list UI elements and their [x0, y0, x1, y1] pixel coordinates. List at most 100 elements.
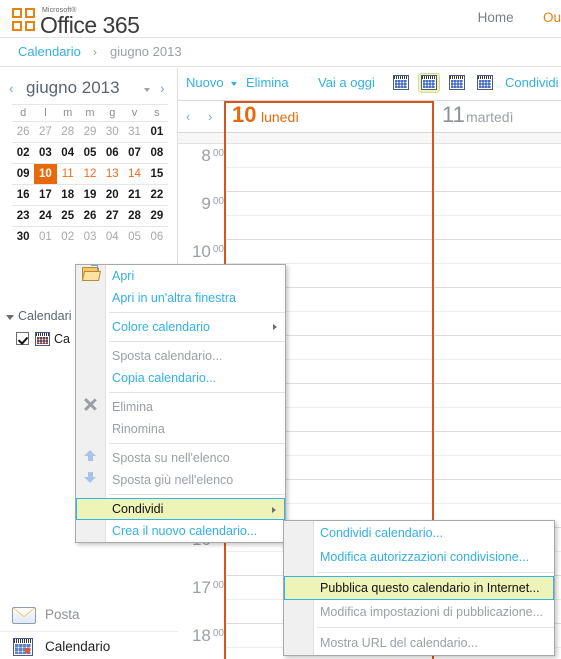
- share-button[interactable]: Condividi: [505, 75, 558, 90]
- submenu-item-label: Condividi calendario...: [320, 526, 443, 540]
- mini-calendar-day[interactable]: 05: [79, 143, 101, 164]
- mini-calendar-day[interactable]: 13: [101, 164, 123, 185]
- context-menu-item: Rinomina: [76, 418, 285, 440]
- mini-calendar-day[interactable]: 28: [123, 206, 145, 227]
- mini-calendar-day[interactable]: 20: [101, 185, 123, 206]
- mini-calendar-next-icon[interactable]: ›: [160, 80, 165, 96]
- mini-calendar-day[interactable]: 30: [12, 227, 34, 248]
- day-column-header-10[interactable]: 10 lunedì: [224, 101, 432, 132]
- mini-calendar-day[interactable]: 23: [12, 206, 34, 227]
- mini-calendar-day[interactable]: 24: [34, 206, 56, 227]
- breadcrumb: Calendario › giugno 2013: [0, 40, 561, 67]
- delete-button[interactable]: Elimina: [246, 75, 289, 90]
- mini-calendar-day[interactable]: 01: [34, 227, 56, 248]
- context-menu-item-label: Colore calendario: [112, 320, 210, 334]
- all-day-band[interactable]: [178, 133, 561, 143]
- mini-calendar-day[interactable]: 04: [57, 143, 79, 164]
- day-column-header-11[interactable]: 11 martedì: [434, 101, 561, 132]
- day-next-icon[interactable]: ›: [208, 109, 212, 124]
- time-slot[interactable]: [224, 168, 561, 192]
- time-slot[interactable]: [224, 144, 561, 168]
- mini-calendar-day[interactable]: 02: [57, 227, 79, 248]
- context-menu-item-label: Rinomina: [112, 422, 165, 436]
- topnav-item-home[interactable]: Home: [478, 10, 514, 25]
- new-button[interactable]: Nuovo: [186, 75, 224, 90]
- brand-divider: [0, 37, 561, 38]
- mini-calendar-day[interactable]: 02: [12, 143, 34, 164]
- topnav-item-outlook[interactable]: Ou: [543, 10, 561, 25]
- mini-calendar-day[interactable]: 03: [79, 227, 101, 248]
- mini-calendar-day[interactable]: 29: [79, 122, 101, 143]
- month-view-icon[interactable]: [475, 74, 495, 92]
- mini-calendar-day[interactable]: 07: [123, 143, 145, 164]
- mini-calendar-day[interactable]: 11: [57, 164, 79, 185]
- submenu-item[interactable]: Modifica autorizzazioni condivisione...: [284, 545, 554, 569]
- mini-calendar-day[interactable]: 29: [146, 206, 168, 227]
- mini-calendar-day[interactable]: 14: [123, 164, 145, 185]
- mini-calendar-day[interactable]: 19: [79, 185, 101, 206]
- hour-label: 10 00: [191, 242, 224, 261]
- collapse-triangle-icon[interactable]: [6, 315, 14, 320]
- context-menu-item[interactable]: Colore calendario: [76, 316, 285, 338]
- new-dropdown-caret-icon[interactable]: [231, 82, 237, 86]
- context-menu-item[interactable]: Condividi: [76, 498, 285, 520]
- mini-calendar-day[interactable]: 09: [12, 164, 34, 185]
- context-menu-item[interactable]: Copia calendario...: [76, 367, 285, 389]
- submenu-item-label: Modifica impostazioni di pubblicazione..…: [320, 605, 544, 619]
- work-week-view-icon[interactable]: [419, 74, 439, 92]
- mini-calendar-day[interactable]: 04: [101, 227, 123, 248]
- mini-calendar-day[interactable]: 15: [146, 164, 168, 185]
- submenu-item[interactable]: Pubblica questo calendario in Internet..…: [284, 576, 554, 600]
- mini-calendar-day[interactable]: 31: [123, 122, 145, 143]
- mail-icon: [12, 605, 36, 625]
- mini-calendar-weekday-header: v: [131, 107, 138, 119]
- mini-calendar-day[interactable]: 30: [101, 122, 123, 143]
- mini-calendar: ‹ giugno 2013 › d l m m g v s 26 27 28 29 30 31 01 02 0…: [0, 78, 178, 243]
- mini-calendar-day[interactable]: 21: [123, 185, 145, 206]
- mini-calendar-day[interactable]: 05: [123, 227, 145, 248]
- submenu-arrow-icon: [272, 507, 276, 513]
- context-menu-item[interactable]: Apri in un'altra finestra: [76, 287, 285, 309]
- time-slot[interactable]: [224, 240, 561, 264]
- mini-calendar-prev-icon[interactable]: ‹: [9, 80, 14, 96]
- menu-separator: [109, 494, 285, 495]
- submenu-item[interactable]: Condividi calendario...: [284, 521, 554, 545]
- breadcrumb-root-link[interactable]: Calendario: [18, 44, 81, 59]
- day-prev-icon[interactable]: ‹: [186, 109, 190, 124]
- calendar-checkbox[interactable]: [16, 332, 29, 345]
- sidebar-item-mail[interactable]: Posta: [0, 600, 178, 631]
- mini-calendar-day[interactable]: 06: [146, 227, 168, 248]
- mini-calendar-day[interactable]: 28: [57, 122, 79, 143]
- time-slot[interactable]: [224, 192, 561, 216]
- mini-calendar-day[interactable]: 18: [57, 185, 79, 206]
- mini-calendar-day[interactable]: 08: [146, 143, 168, 164]
- move-down-icon: [82, 469, 99, 485]
- time-slot[interactable]: [224, 216, 561, 240]
- mini-calendar-day[interactable]: 27: [34, 122, 56, 143]
- selected-day-outline-top: [224, 101, 434, 103]
- mini-calendar-day[interactable]: 03: [34, 143, 56, 164]
- mini-calendar-day[interactable]: 01: [146, 122, 168, 143]
- mini-calendar-title[interactable]: giugno 2013: [26, 78, 120, 98]
- calendar-item-label: Ca: [54, 332, 70, 346]
- mini-calendar-day[interactable]: 06: [101, 143, 123, 164]
- context-menu-item[interactable]: Crea il nuovo calendario...: [76, 520, 285, 542]
- day-view-icon[interactable]: [391, 74, 411, 92]
- mini-calendar-day[interactable]: 10: [34, 163, 57, 185]
- office365-logo: Microsoft® Office 365: [12, 6, 140, 38]
- go-to-today-button[interactable]: Vai a oggi: [318, 75, 375, 90]
- context-menu-item[interactable]: Apri: [76, 265, 285, 287]
- mini-calendar-day[interactable]: 27: [101, 206, 123, 227]
- mini-calendar-day[interactable]: 12: [79, 164, 101, 185]
- context-menu-item-label: Sposta giù nell'elenco: [112, 473, 234, 487]
- mini-calendar-day[interactable]: 26: [79, 206, 101, 227]
- mini-calendar-day[interactable]: 17: [34, 185, 56, 206]
- mini-calendar-day[interactable]: 16: [12, 185, 34, 206]
- mini-calendar-caret-icon[interactable]: [144, 88, 150, 92]
- mini-calendar-day[interactable]: 22: [146, 185, 168, 206]
- context-menu-item: Sposta calendario...: [76, 345, 285, 367]
- mini-calendar-day[interactable]: 26: [12, 122, 34, 143]
- week-view-icon[interactable]: [447, 74, 467, 92]
- mini-calendar-day[interactable]: 25: [57, 206, 79, 227]
- sidebar-item-calendar[interactable]: Calendario: [0, 631, 178, 659]
